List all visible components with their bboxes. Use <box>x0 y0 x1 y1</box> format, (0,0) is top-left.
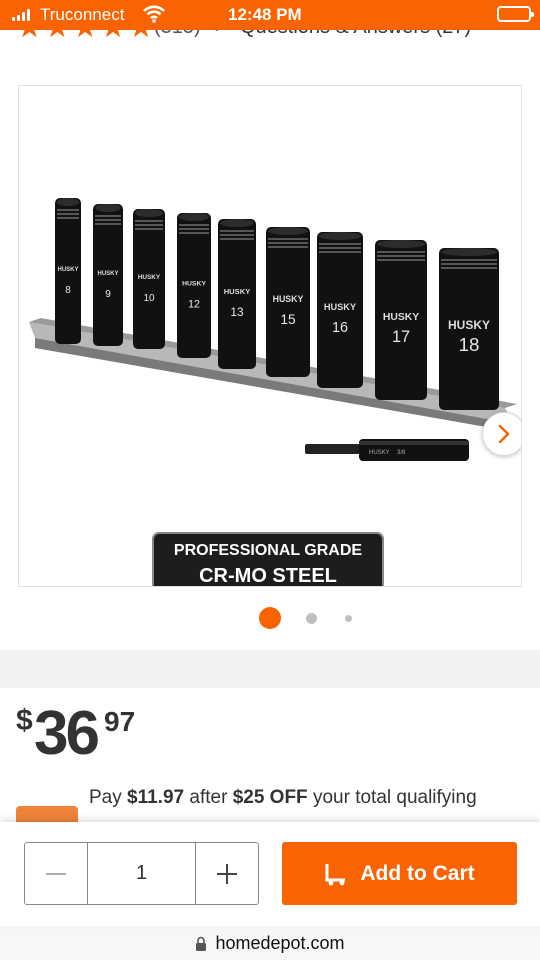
quantity-input[interactable]: 1 <box>87 843 196 904</box>
product-image-card[interactable]: HUSKY 8 HUSKY 9 HUSKY 10 HUSKY 12 HUSKY 13 HUSKY 15… <box>18 85 522 587</box>
extension-bar: HUSKY 3/8 <box>305 439 469 461</box>
product-image: HUSKY 8 HUSKY 9 HUSKY 10 HUSKY 12 HUSKY 13 HUSKY 15… <box>29 198 517 587</box>
socket-10mm: HUSKY 10 <box>133 209 165 349</box>
image-banner: PROFESSIONAL GRADE CR-MO STEEL <box>152 532 384 587</box>
carousel-dot-2[interactable] <box>306 613 317 624</box>
add-to-cart-label: Add to Cart <box>360 861 475 885</box>
extension-brand-label: HUSKY <box>369 450 390 456</box>
increase-quantity-button[interactable] <box>196 843 258 904</box>
socket-9mm: HUSKY 9 <box>93 204 123 346</box>
socket-8mm: HUSKY 8 <box>55 198 81 344</box>
socket-17mm: HUSKY 17 <box>375 240 427 400</box>
socket-size-label: 18 <box>459 334 480 355</box>
quantity-stepper: 1 <box>24 842 259 905</box>
socket-size-label: 8 <box>65 285 71 296</box>
socket-size-label: 13 <box>230 305 244 319</box>
carousel-dot-1[interactable] <box>259 607 281 629</box>
carousel-dot-3[interactable] <box>345 615 352 622</box>
socket-size-label: 10 <box>143 293 155 304</box>
extension-size-label: 3/8 <box>397 450 406 456</box>
minus-icon <box>46 872 66 875</box>
socket-size-label: 16 <box>332 320 348 336</box>
socket-size-label: 17 <box>392 328 410 346</box>
browser-url-bar[interactable]: homedepot.com <box>0 926 540 960</box>
cart-icon <box>325 863 346 885</box>
socket-18mm: HUSKY 18 <box>439 248 499 410</box>
chevron-right-icon <box>498 424 510 444</box>
socket-brand-label: HUSKY <box>182 281 206 288</box>
wifi-icon <box>143 5 165 28</box>
socket-brand-label: HUSKY <box>97 271 118 277</box>
clock: 12:48 PM <box>228 5 302 24</box>
battery-icon <box>497 6 534 22</box>
socket-brand-label: HUSKY <box>448 318 490 332</box>
next-image-button[interactable] <box>482 412 521 456</box>
banner-line-2: CR-MO STEEL <box>199 565 337 587</box>
decrease-quantity-button[interactable] <box>25 843 87 904</box>
section-divider <box>0 650 540 688</box>
add-to-cart-bar: 1 Add to Cart <box>0 822 540 926</box>
socket-15mm: HUSKY 15 <box>266 227 310 377</box>
plus-icon <box>217 863 237 884</box>
price-currency: $ <box>16 704 33 737</box>
socket-brand-label: HUSKY <box>324 302 356 312</box>
url-domain: homedepot.com <box>215 932 345 953</box>
socket-size-label: 15 <box>280 312 296 327</box>
banner-line-1: PROFESSIONAL GRADE <box>174 542 363 559</box>
socket-size-label: 9 <box>105 289 111 300</box>
socket-brand-label: HUSKY <box>224 287 251 296</box>
carousel-dots <box>0 605 540 631</box>
socket-size-label: 12 <box>188 299 200 311</box>
status-bar: Truconnect 12:48 PM <box>0 0 540 30</box>
socket-brand-label: HUSKY <box>383 312 419 323</box>
lock-icon <box>196 936 207 951</box>
price-dollars: 36 <box>34 699 100 768</box>
promo-text[interactable]: Pay $11.97 after $25 OFF your total qual… <box>89 787 477 809</box>
socket-brand-label: HUSKY <box>273 294 304 304</box>
carrier-name: Truconnect <box>40 5 125 24</box>
socket-16mm: HUSKY 16 <box>317 232 363 388</box>
socket-12mm: HUSKY 12 <box>177 213 211 358</box>
add-to-cart-button[interactable]: Add to Cart <box>282 842 517 905</box>
socket-13mm: HUSKY 13 <box>218 219 256 369</box>
socket-brand-label: HUSKY <box>57 267 78 273</box>
price-cents: 97 <box>104 706 136 737</box>
socket-brand-label: HUSKY <box>138 274 161 281</box>
signal-icon <box>12 9 30 21</box>
